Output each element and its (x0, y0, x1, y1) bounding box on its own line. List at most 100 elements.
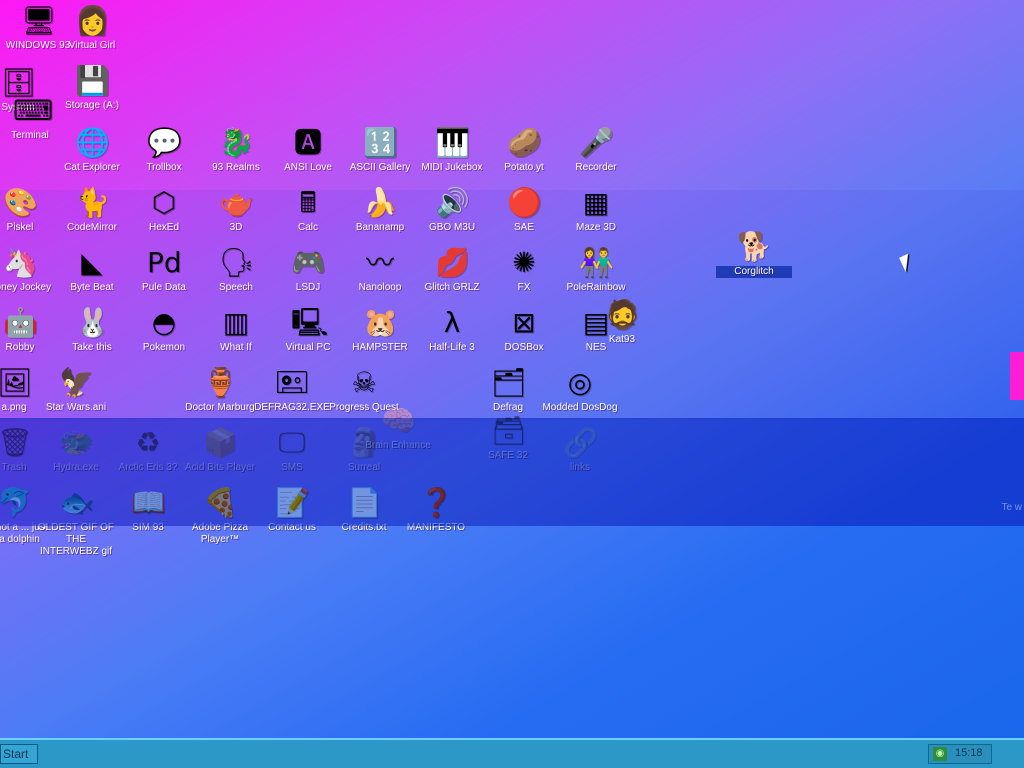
desktop-icon-acid-bits-player[interactable]: 📦 Acid Bits Player (182, 426, 258, 474)
desktop-icon-label: Potato.yt (504, 162, 544, 173)
unicorn-icon: 🦄 (3, 246, 38, 279)
desktop-icon-sim-93[interactable]: 📖 SIM 93 (110, 486, 186, 534)
desktop-icon-trollbox[interactable]: 💬 Trollbox (126, 126, 202, 174)
desktop-icon-defrag32[interactable]: 🖭 DEFRAG32.EXE (254, 366, 330, 414)
desktop-icon-half-life-3[interactable]: λ Half-Life 3 (414, 306, 490, 354)
desktop-icon-label: Byte Beat (70, 282, 114, 293)
dolphin-icon: 🐬 (0, 486, 32, 519)
desktop-icon-links[interactable]: 🔗 links (542, 426, 618, 474)
clock[interactable]: 15:18 (955, 747, 983, 759)
robot-icon: 🤖 (3, 306, 38, 339)
girl-icon: 👩 (75, 4, 110, 37)
desktop-icon-arctic-eris[interactable]: ♻ Arctic Eris 3? (110, 426, 186, 474)
desktop-icon-label: Defrag (492, 402, 523, 413)
desktop-icon-codemirror[interactable]: 🐈 CodeMirror (54, 186, 130, 234)
desktop-icon-virtual-girl[interactable]: 👩 Virtual Girl (54, 4, 130, 52)
desktop-icon-hexed[interactable]: ⬡ HexEd (126, 186, 202, 234)
desktop-icon-glitch-grlz[interactable]: 💋 Glitch GRLZ (414, 246, 490, 294)
desktop-icon-label: Take this (72, 342, 112, 353)
desktop-icon-label: Calc (297, 222, 318, 233)
desktop-icon-manifesto[interactable]: ❓ MANIFESTO (398, 486, 474, 534)
desktop-icon-kat93[interactable]: 🧔 Kat93 (584, 298, 660, 346)
palette-icon: 🎨 (3, 186, 38, 219)
desktop-icon-label: GBO M3U (428, 222, 476, 233)
desktop-icon-safe-32[interactable]: 🗃 SAFE 32 (470, 414, 546, 462)
desktop-icon-hampster[interactable]: 🐹 HAMPSTER (342, 306, 418, 354)
desktop-icon-credits[interactable]: 📄 Credits.txt (326, 486, 402, 534)
desktop-icon-ascii-gallery[interactable]: 🔢 ASCII Gallery (342, 126, 418, 174)
desktop-icon-piskel[interactable]: 🎨 Piskel (0, 186, 58, 234)
desktop-icon-recorder[interactable]: 🎤 Recorder (558, 126, 634, 174)
desktop-icon-dosbox[interactable]: ⊠ DOSBox (486, 306, 562, 354)
desktop-icon-label: Trollbox (146, 162, 182, 173)
desktop-icon-sae[interactable]: 🔴 SAE (486, 186, 562, 234)
maze-icon: ▦ (582, 186, 610, 219)
desktop-icon-label: 93 Realms (212, 162, 260, 173)
desktop-icon-byte-beat[interactable]: ◣ Byte Beat (54, 246, 130, 294)
desktop-icon-cat-explorer[interactable]: 🌐 Cat Explorer (54, 126, 130, 174)
desktop-icon-label: HexEd (148, 222, 179, 233)
desktop-icon-corglitch[interactable]: 🐕 Corglitch (716, 230, 792, 278)
desktop-icon-potato[interactable]: 🥔 Potato.yt (486, 126, 562, 174)
desktop-icon-93-realms[interactable]: 🐉 93 Realms (198, 126, 274, 174)
desktop-icon-doctor-marburg[interactable]: 🏺 Doctor Marburg (182, 366, 258, 414)
desktop-icon-defrag[interactable]: 🗂 Defrag (470, 366, 546, 414)
image-icon: 🖼 (0, 366, 33, 399)
desktop-icon-fx[interactable]: ✺ FX (486, 246, 562, 294)
desktop-icon-maze-3d[interactable]: ▦ Maze 3D (558, 186, 634, 234)
desktop: 🖥 WINDOWS 93 👩 Virtual Girl 🗄 System 💾 S… (0, 0, 1024, 738)
gameboy-icon: 🎮 (291, 246, 326, 279)
grid-icon: ▥ (222, 306, 250, 339)
desktop-icon-midi-jukebox[interactable]: 🎹 MIDI Jukebox (414, 126, 490, 174)
desktop-icon-poney-jockey[interactable]: 🦄 Poney Jockey (0, 246, 58, 294)
desktop-icon-bananamp[interactable]: 🍌 Bananamp (342, 186, 418, 234)
desktop-icon-hydra[interactable]: 🐲 Hydra.exe (38, 426, 114, 474)
desktop-icon-label: Credits.txt (341, 522, 387, 533)
desktop-icon-label: links (569, 462, 590, 473)
desktop-icon-label: Adobe Pizza Player™ (191, 522, 249, 545)
desktop-icon-label: Half-Life 3 (429, 342, 475, 353)
desktop-icon-star-wars[interactable]: 🦅 Star Wars.ani (38, 366, 114, 414)
desktop-icon-gbo-m3u[interactable]: 🔊 GBO M3U (414, 186, 490, 234)
book-icon: 📖 (131, 486, 166, 519)
jar-icon: 🏺 (203, 366, 238, 399)
cabinet-icon: 🗃 (491, 414, 527, 447)
desktop-icon-pokemon[interactable]: ◓ Pokemon (126, 306, 202, 354)
desktop-icon-adobe-pizza-player[interactable]: 🍕 Adobe Pizza Player™ (182, 486, 258, 546)
desktop-icon-pule-data[interactable]: Pd Pule Data (126, 246, 202, 294)
desktop-icon-calc[interactable]: 🖩 Calc (270, 186, 346, 234)
desktop-icon-label: Robby (5, 342, 35, 353)
desktop-icon-label: ANSI Love (284, 162, 332, 173)
hamster-icon: 🐹 (363, 306, 398, 339)
desktop-icon-what-if[interactable]: ▥ What If (198, 306, 274, 354)
numbers-icon: 🔢 (363, 126, 398, 159)
desktop-icon-label: Modded DosDog (542, 402, 618, 413)
desktop-icon-virtual-pc[interactable]: 🖳 Virtual PC (270, 306, 346, 354)
desktop-icon-take-this[interactable]: 🐰 Take this (54, 306, 130, 354)
ball-icon: 🔴 (507, 186, 542, 219)
desktop-icon-label: MANIFESTO (406, 522, 466, 533)
desktop-icon-brain-enhance[interactable]: 🧠 Brain Enhance (360, 404, 436, 452)
desktop-icon-3d[interactable]: 🫖 3D (198, 186, 274, 234)
start-button[interactable]: Start (0, 744, 38, 764)
desktop-icon-contact-us[interactable]: 📝 Contact us (254, 486, 330, 534)
rss-icon[interactable]: ◉ (933, 747, 947, 761)
desktop-icon-ansi-love[interactable]: 🅰 ANSI Love (270, 126, 346, 174)
teapot-icon: 🫖 (219, 186, 254, 219)
potato-icon: 🥔 (507, 126, 542, 159)
brain-icon: 🧠 (381, 404, 416, 437)
box-icon: ⊠ (512, 306, 536, 339)
offscreen-window-edge[interactable] (1010, 352, 1024, 400)
desktop-icon-oldest-gif[interactable]: 🐟 OLDEST GIF OF THE INTERWEBZ gif (38, 486, 114, 558)
desktop-icon-lsdj[interactable]: 🎮 LSDJ (270, 246, 346, 294)
desktop-icon-robby[interactable]: 🤖 Robby (0, 306, 58, 354)
desktop-icon-label: Maze 3D (575, 222, 616, 233)
desktop-icon-nanoloop[interactable]: 〰 Nanoloop (342, 246, 418, 294)
desktop-icon-modded-dosdog[interactable]: ◎ Modded DosDog (542, 366, 618, 414)
desktop-icon-label: Bananamp (355, 222, 405, 233)
desktop-icon-speech[interactable]: 🗣 Speech (198, 246, 274, 294)
desktop-icon-sms[interactable]: 🖵 SMS (254, 426, 330, 474)
bunny-icon: 🐰 (75, 306, 110, 339)
desktop-icon-polerainbow[interactable]: 👫 PoleRainbow (558, 246, 634, 294)
desktop-icon-label: Arctic Eris 3? (118, 462, 178, 473)
